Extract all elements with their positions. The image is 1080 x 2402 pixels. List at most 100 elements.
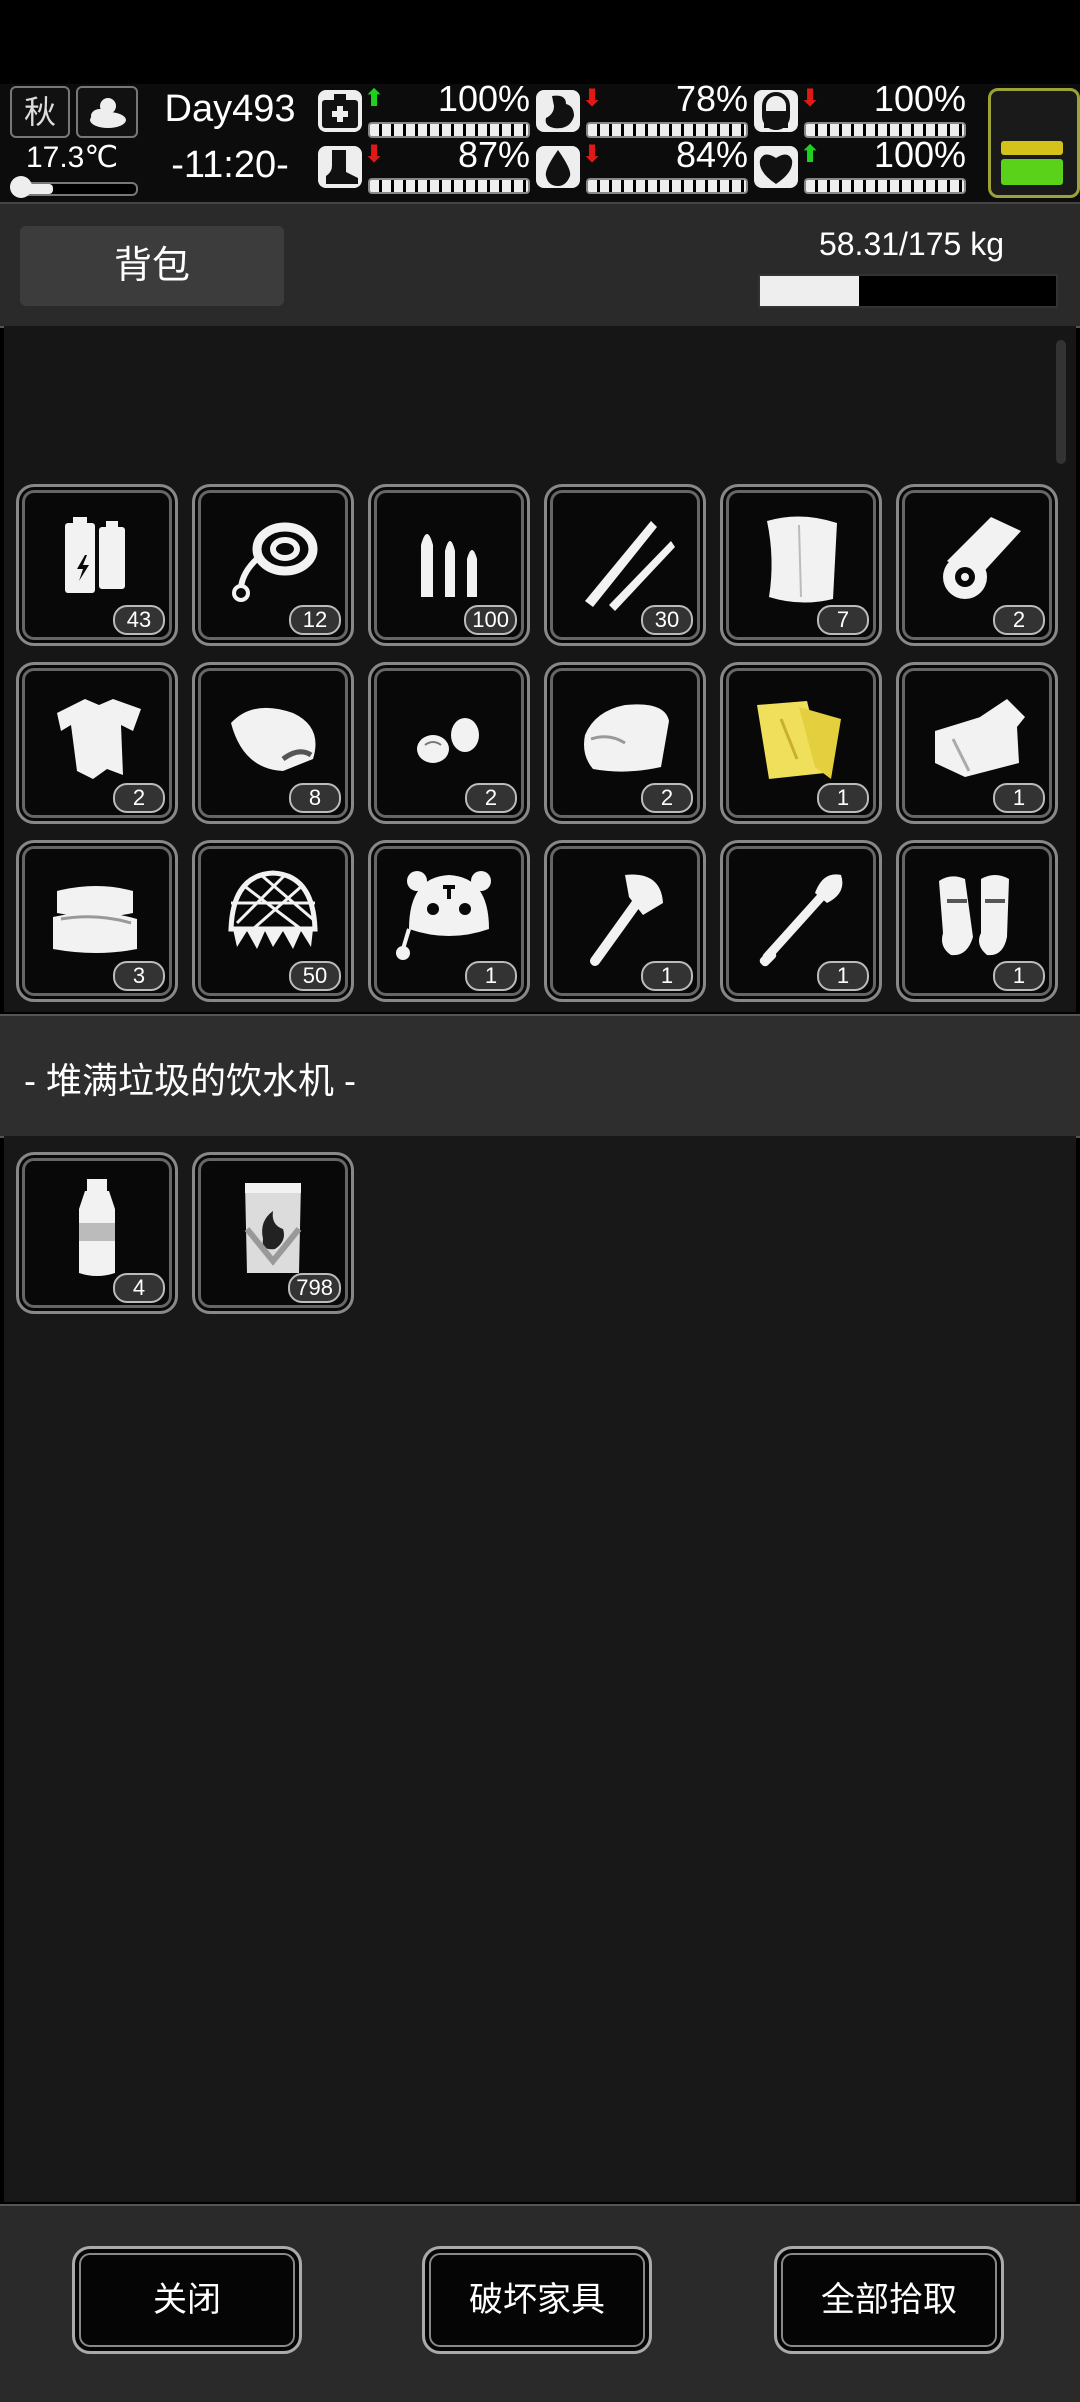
stat-value: 100% xyxy=(873,78,966,119)
arrow-down-icon: ⬇ xyxy=(582,85,603,112)
arrow-down-icon: ⬇ xyxy=(582,141,603,168)
stat-bar xyxy=(586,178,748,194)
water-bottle-icon xyxy=(79,1179,115,1276)
inventory-slot[interactable]: 12 xyxy=(192,484,354,646)
towel-icon xyxy=(584,704,669,772)
heart-icon xyxy=(754,146,798,188)
cloth-icon xyxy=(767,516,837,603)
stat-mental: ⬇ 100% xyxy=(754,78,966,138)
rope-icon xyxy=(232,522,318,602)
item-count-badge: 2 xyxy=(993,605,1045,635)
inventory-slot[interactable]: 1 xyxy=(896,840,1058,1002)
item-count-badge: 43 xyxy=(113,605,165,635)
inventory-slot[interactable]: 2 xyxy=(544,662,706,824)
item-count-badge: 1 xyxy=(993,783,1045,813)
net-icon xyxy=(228,870,318,949)
stat-value: 84% xyxy=(675,134,748,175)
container-header: - 堆满垃圾的饮水机 - xyxy=(0,1014,1080,1138)
item-count-badge: 1 xyxy=(641,961,693,991)
inventory-slot[interactable]: 2 xyxy=(368,662,530,824)
stat-bar xyxy=(368,178,530,194)
item-count-badge: 1 xyxy=(817,783,869,813)
boot-icon xyxy=(318,146,362,188)
darts-icon xyxy=(585,521,675,611)
inventory-slot[interactable]: 43 xyxy=(16,484,178,646)
folded-clothes-icon xyxy=(53,886,137,953)
yellow-cloth-icon xyxy=(757,701,841,779)
pickup-all-button[interactable]: 全部拾取 xyxy=(774,2246,1004,2354)
inventory-slot[interactable]: 2 xyxy=(896,484,1058,646)
item-count-badge: 2 xyxy=(113,783,165,813)
tab-backpack[interactable]: 背包 xyxy=(20,226,284,306)
inventory-slot[interactable]: 7 xyxy=(720,484,882,646)
inventory-slot[interactable]: 3 xyxy=(16,840,178,1002)
container-inventory[interactable]: 4 798 xyxy=(4,1136,1076,2202)
arrow-up-icon: ⬆ xyxy=(364,85,385,112)
raw-meat-icon xyxy=(231,707,316,771)
temperature: 17.3℃ xyxy=(25,141,119,174)
item-count-badge: 100 xyxy=(464,605,517,635)
stat-health: ⬆ 100% xyxy=(318,78,530,138)
arrow-down-icon: ⬇ xyxy=(364,141,385,168)
stat-value: 87% xyxy=(457,134,530,175)
item-count-badge: 3 xyxy=(113,961,165,991)
stat-bar xyxy=(804,178,966,194)
inventory-slot[interactable]: 1 xyxy=(720,840,882,1002)
item-count-badge: 1 xyxy=(993,961,1045,991)
item-count-badge: 12 xyxy=(289,605,341,635)
weather-icon xyxy=(76,86,138,138)
medkit-icon xyxy=(318,90,362,132)
water-drop-icon xyxy=(536,146,580,188)
inventory-scrollbar[interactable] xyxy=(1056,340,1066,464)
inventory-slot[interactable]: 1 xyxy=(368,840,530,1002)
item-count-badge: 2 xyxy=(641,783,693,813)
game-clock: -11:20- xyxy=(171,144,289,186)
inventory-slot[interactable]: 50 xyxy=(192,840,354,1002)
rifle-ammo-icon xyxy=(421,534,477,597)
action-bar: 关闭 破坏家具 全部拾取 xyxy=(0,2204,1080,2402)
temperature-knob xyxy=(10,176,32,198)
season-indicator: 秋 xyxy=(10,86,70,138)
item-count-badge: 4 xyxy=(113,1273,165,1303)
stat-value: 78% xyxy=(675,78,748,119)
axe-icon xyxy=(590,874,663,966)
battery-icon xyxy=(65,517,125,593)
stat-value: 100% xyxy=(437,78,530,119)
backpack-inventory[interactable]: 43 12 100 30 7 2 2 8 2 2 1 1 3 50 1 1 1 … xyxy=(4,326,1076,1012)
seeds-icon xyxy=(417,718,479,763)
inventory-slot[interactable]: 8 xyxy=(192,662,354,824)
capsule-icon xyxy=(754,90,798,132)
shovel-icon xyxy=(759,874,843,967)
inventory-slot[interactable]: 1 xyxy=(544,840,706,1002)
inventory-slot[interactable]: 100 xyxy=(368,484,530,646)
inventory-slot[interactable]: 798 xyxy=(192,1152,354,1314)
carry-weight-bar xyxy=(758,274,1058,308)
inventory-slot[interactable]: 2 xyxy=(16,662,178,824)
item-count-badge: 30 xyxy=(641,605,693,635)
inventory-slot[interactable]: 1 xyxy=(896,662,1058,824)
backpack-header: 背包 58.31/175 kg xyxy=(0,202,1080,328)
close-button[interactable]: 关闭 xyxy=(72,2246,302,2354)
inventory-slot[interactable]: 30 xyxy=(544,484,706,646)
inventory-slot[interactable]: 4 xyxy=(16,1152,178,1314)
temperature-bar xyxy=(16,182,138,196)
stat-stamina: ⬇ 87% xyxy=(318,134,530,194)
folded-fabric-icon xyxy=(935,699,1025,777)
stomach-icon xyxy=(536,90,580,132)
inventory-slot[interactable]: 1 xyxy=(720,662,882,824)
item-count-badge: 2 xyxy=(465,783,517,813)
stat-hunger: ⬇ 78% xyxy=(536,78,748,138)
stat-value: 100% xyxy=(873,134,966,175)
fuel-barrel-icon xyxy=(244,1183,302,1273)
carry-weight: 58.31/175 kg xyxy=(818,226,1004,262)
arrow-down-icon: ⬇ xyxy=(800,85,821,112)
item-count-badge: 1 xyxy=(817,961,869,991)
day-counter: Day493 xyxy=(164,88,296,130)
torn-shirt-icon xyxy=(57,699,141,779)
tiger-hat-icon xyxy=(396,871,491,960)
item-count-badge: 7 xyxy=(817,605,869,635)
container-title: - 堆满垃圾的饮水机 - xyxy=(24,1060,356,1101)
status-hud: 秋 17.3℃ Day493 -11:20- ⬆ 100% ⬇ 78% ⬇ 10… xyxy=(0,78,1080,202)
destroy-furniture-button[interactable]: 破坏家具 xyxy=(422,2246,652,2354)
item-count-badge: 8 xyxy=(289,783,341,813)
